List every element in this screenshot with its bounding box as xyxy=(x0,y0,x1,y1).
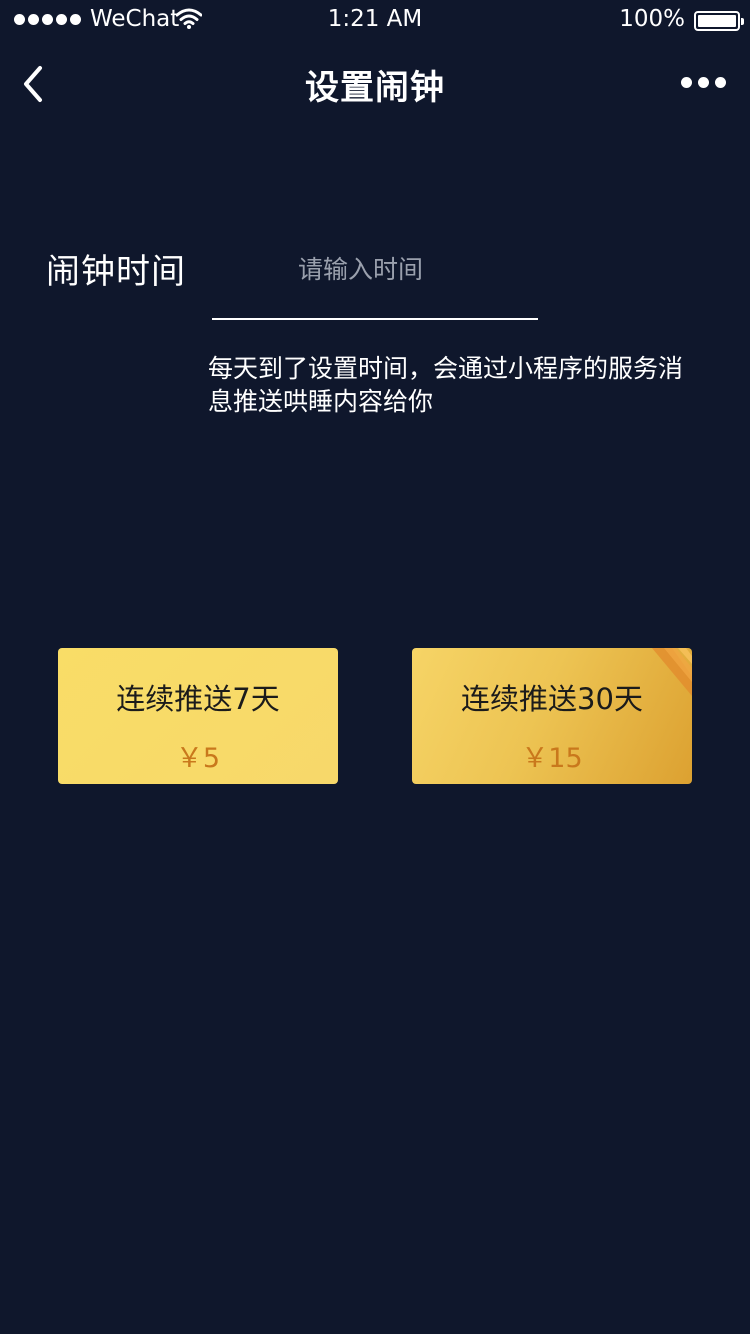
more-options-icon[interactable] xyxy=(681,77,726,88)
plan-title: 连续推送30天 xyxy=(461,682,643,716)
status-bar: WeChat 1:21 AM 100% xyxy=(0,0,750,40)
screen: WeChat 1:21 AM 100% 设置闹钟 闹钟时间 每天到了设置时间，会… xyxy=(0,0,750,1334)
plan-card-7-days[interactable]: 连续推送7天 ￥5 xyxy=(58,648,338,784)
plan-title: 连续推送7天 xyxy=(116,682,280,716)
plan-card-30-days[interactable]: 连续推送30天 ￥15 xyxy=(412,648,692,784)
battery-icon xyxy=(694,11,744,31)
navigation-bar: 设置闹钟 xyxy=(0,40,750,128)
plan-price: ￥15 xyxy=(521,743,583,774)
push-hint-text: 每天到了设置时间，会通过小程序的服务消息推送哄睡内容给你 xyxy=(208,354,684,416)
battery-percentage: 100% xyxy=(619,6,685,32)
input-underline xyxy=(212,318,538,320)
alarm-time-input[interactable] xyxy=(212,246,538,292)
plan-price: ￥5 xyxy=(175,743,221,774)
alarm-time-label: 闹钟时间 xyxy=(46,252,186,292)
page-title: 设置闹钟 xyxy=(305,68,445,108)
